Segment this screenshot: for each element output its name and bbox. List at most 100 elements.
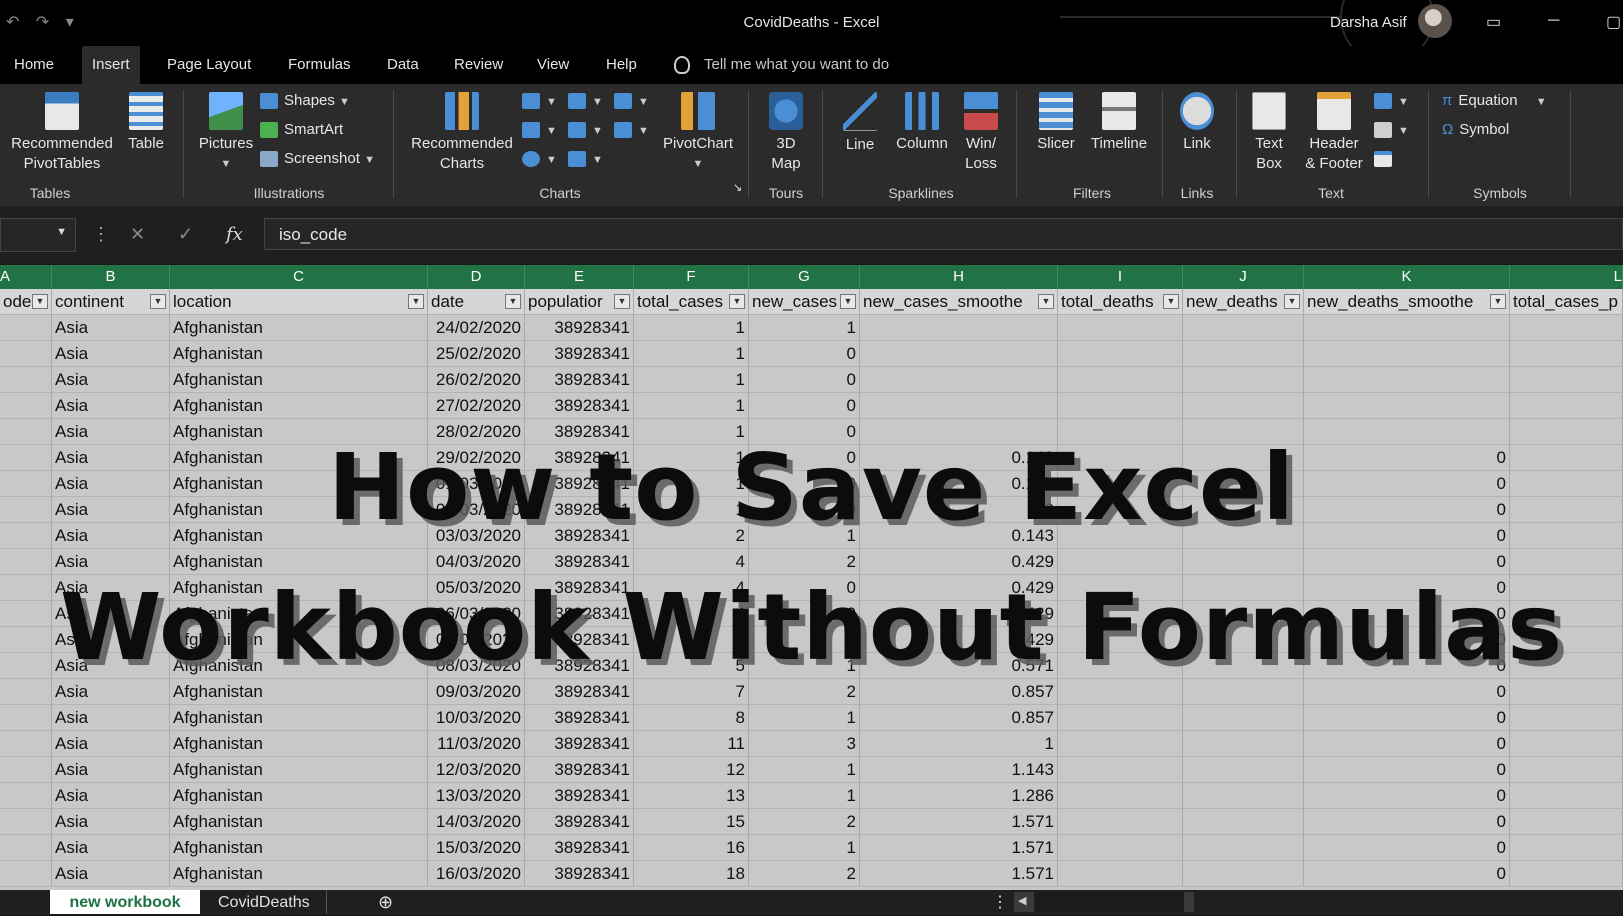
table-cell[interactable]: 16 — [634, 835, 749, 861]
table-cell[interactable]: 1 — [634, 393, 749, 419]
table-cell[interactable]: Asia — [52, 861, 170, 887]
sparkline-column-button[interactable]: Column — [890, 92, 954, 154]
table-header-cell[interactable]: total_cases_p — [1510, 289, 1623, 315]
table-cell[interactable]: 2 — [749, 809, 860, 835]
text-box-button[interactable]: Text Box — [1246, 92, 1292, 174]
table-cell[interactable] — [1510, 705, 1623, 731]
tell-me-search[interactable]: Tell me what you want to do — [674, 46, 889, 84]
table-cell[interactable]: 24/02/2020 — [428, 315, 525, 341]
table-cell[interactable]: Afghanistan — [170, 757, 428, 783]
table-cell[interactable]: 12/03/2020 — [428, 757, 525, 783]
table-cell[interactable]: 0 — [1304, 731, 1510, 757]
maximize-icon[interactable]: ▢ — [1606, 12, 1621, 32]
symbol-button[interactable]: Ω Symbol — [1442, 121, 1509, 138]
ribbon-display-icon[interactable]: ▭ — [1486, 12, 1501, 32]
table-cell[interactable] — [1183, 861, 1304, 887]
table-cell[interactable]: 1 — [860, 731, 1058, 757]
table-cell[interactable]: 38928341 — [525, 705, 634, 731]
signature-line-button[interactable]: ▼ — [1374, 121, 1409, 139]
filter-dropdown-icon[interactable]: ▼ — [408, 294, 424, 309]
filter-dropdown-icon[interactable]: ▼ — [505, 294, 521, 309]
table-cell[interactable] — [0, 783, 52, 809]
filter-dropdown-icon[interactable]: ▼ — [1163, 294, 1179, 309]
table-cell[interactable]: 1.571 — [860, 809, 1058, 835]
table-cell[interactable]: 38928341 — [525, 835, 634, 861]
table-cell[interactable]: 09/03/2020 — [428, 679, 525, 705]
table-cell[interactable]: 38928341 — [525, 393, 634, 419]
tab-view[interactable]: View — [535, 46, 571, 84]
table-cell[interactable]: 25/02/2020 — [428, 341, 525, 367]
column-chart-button[interactable]: ▼ — [522, 92, 557, 110]
table-cell[interactable]: 11/03/2020 — [428, 731, 525, 757]
dialog-launcher-icon[interactable]: ↘ — [733, 181, 742, 194]
table-cell[interactable] — [1183, 783, 1304, 809]
formula-input[interactable]: iso_code — [264, 218, 1623, 250]
table-cell[interactable]: 38928341 — [525, 731, 634, 757]
table-cell[interactable] — [0, 835, 52, 861]
recommended-pivottables-button[interactable]: Recommended PivotTables — [0, 92, 124, 174]
tab-formulas[interactable]: Formulas — [286, 46, 353, 84]
table-cell[interactable]: 11 — [634, 731, 749, 757]
table-cell[interactable]: Afghanistan — [170, 315, 428, 341]
table-cell[interactable] — [1183, 549, 1304, 575]
table-header-cell[interactable]: new_cases_smoothe ▼ — [860, 289, 1058, 315]
3d-map-button[interactable]: 3D Map — [758, 92, 814, 174]
table-cell[interactable]: Afghanistan — [170, 835, 428, 861]
table-cell[interactable] — [1510, 809, 1623, 835]
table-cell[interactable]: Asia — [52, 549, 170, 575]
table-cell[interactable] — [1510, 783, 1623, 809]
table-cell[interactable]: 10/03/2020 — [428, 705, 525, 731]
filter-dropdown-icon[interactable]: ▼ — [1490, 294, 1506, 309]
table-cell[interactable]: 0.857 — [860, 705, 1058, 731]
column-header-b[interactable]: B — [52, 265, 170, 289]
table-cell[interactable] — [1058, 705, 1183, 731]
table-cell[interactable] — [860, 315, 1058, 341]
table-cell[interactable]: 3 — [749, 731, 860, 757]
table-cell[interactable] — [1058, 835, 1183, 861]
waterfall-chart-button[interactable]: ▼ — [614, 92, 649, 110]
table-cell[interactable] — [1058, 757, 1183, 783]
table-cell[interactable] — [0, 705, 52, 731]
table-cell[interactable] — [1183, 731, 1304, 757]
add-sheet-icon[interactable]: ⊕ — [362, 890, 409, 914]
table-cell[interactable]: 38928341 — [525, 315, 634, 341]
column-header-a[interactable]: A — [0, 265, 52, 289]
table-cell[interactable]: 0 — [1304, 549, 1510, 575]
table-cell[interactable]: 12 — [634, 757, 749, 783]
table-cell[interactable]: 14/03/2020 — [428, 809, 525, 835]
table-cell[interactable] — [1058, 679, 1183, 705]
table-cell[interactable]: 2 — [749, 679, 860, 705]
smartart-button[interactable]: SmartArt — [260, 121, 343, 139]
table-cell[interactable] — [1058, 809, 1183, 835]
table-cell[interactable]: 1 — [634, 315, 749, 341]
table-cell[interactable]: 8 — [634, 705, 749, 731]
table-cell[interactable]: Asia — [52, 783, 170, 809]
table-cell[interactable] — [1510, 341, 1623, 367]
sparkline-winloss-button[interactable]: Win/ Loss — [956, 92, 1006, 174]
table-cell[interactable]: 0 — [1304, 783, 1510, 809]
table-cell[interactable]: 0 — [1304, 757, 1510, 783]
filter-dropdown-icon[interactable]: ▼ — [729, 294, 745, 309]
tab-help[interactable]: Help — [604, 46, 639, 84]
table-cell[interactable] — [1058, 731, 1183, 757]
filter-dropdown-icon[interactable]: ▼ — [32, 294, 48, 309]
table-cell[interactable] — [1183, 393, 1304, 419]
tab-insert[interactable]: Insert — [82, 46, 140, 84]
table-cell[interactable] — [860, 341, 1058, 367]
table-cell[interactable]: Afghanistan — [170, 705, 428, 731]
table-cell[interactable] — [1510, 835, 1623, 861]
filter-dropdown-icon[interactable]: ▼ — [150, 294, 166, 309]
column-header-d[interactable]: D — [428, 265, 525, 289]
link-button[interactable]: Link — [1172, 92, 1222, 154]
table-cell[interactable] — [1183, 705, 1304, 731]
table-cell[interactable]: 1 — [749, 835, 860, 861]
table-cell[interactable] — [1304, 393, 1510, 419]
table-cell[interactable]: 1.286 — [860, 783, 1058, 809]
table-cell[interactable]: Afghanistan — [170, 731, 428, 757]
statistic-chart-button[interactable]: ▼ — [568, 121, 603, 139]
table-cell[interactable]: 0 — [1304, 809, 1510, 835]
table-cell[interactable] — [1304, 341, 1510, 367]
avatar[interactable] — [1418, 4, 1452, 38]
pictures-button[interactable]: Pictures ▼ — [194, 92, 258, 174]
scatter-chart-button[interactable]: ▼ — [568, 150, 603, 168]
